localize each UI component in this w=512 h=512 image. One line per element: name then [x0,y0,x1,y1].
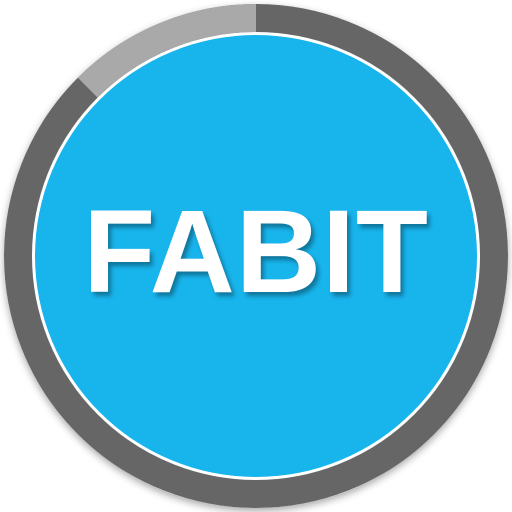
fabit-app-icon[interactable]: FABIT [0,0,512,512]
app-name-label: FABIT [83,186,429,318]
